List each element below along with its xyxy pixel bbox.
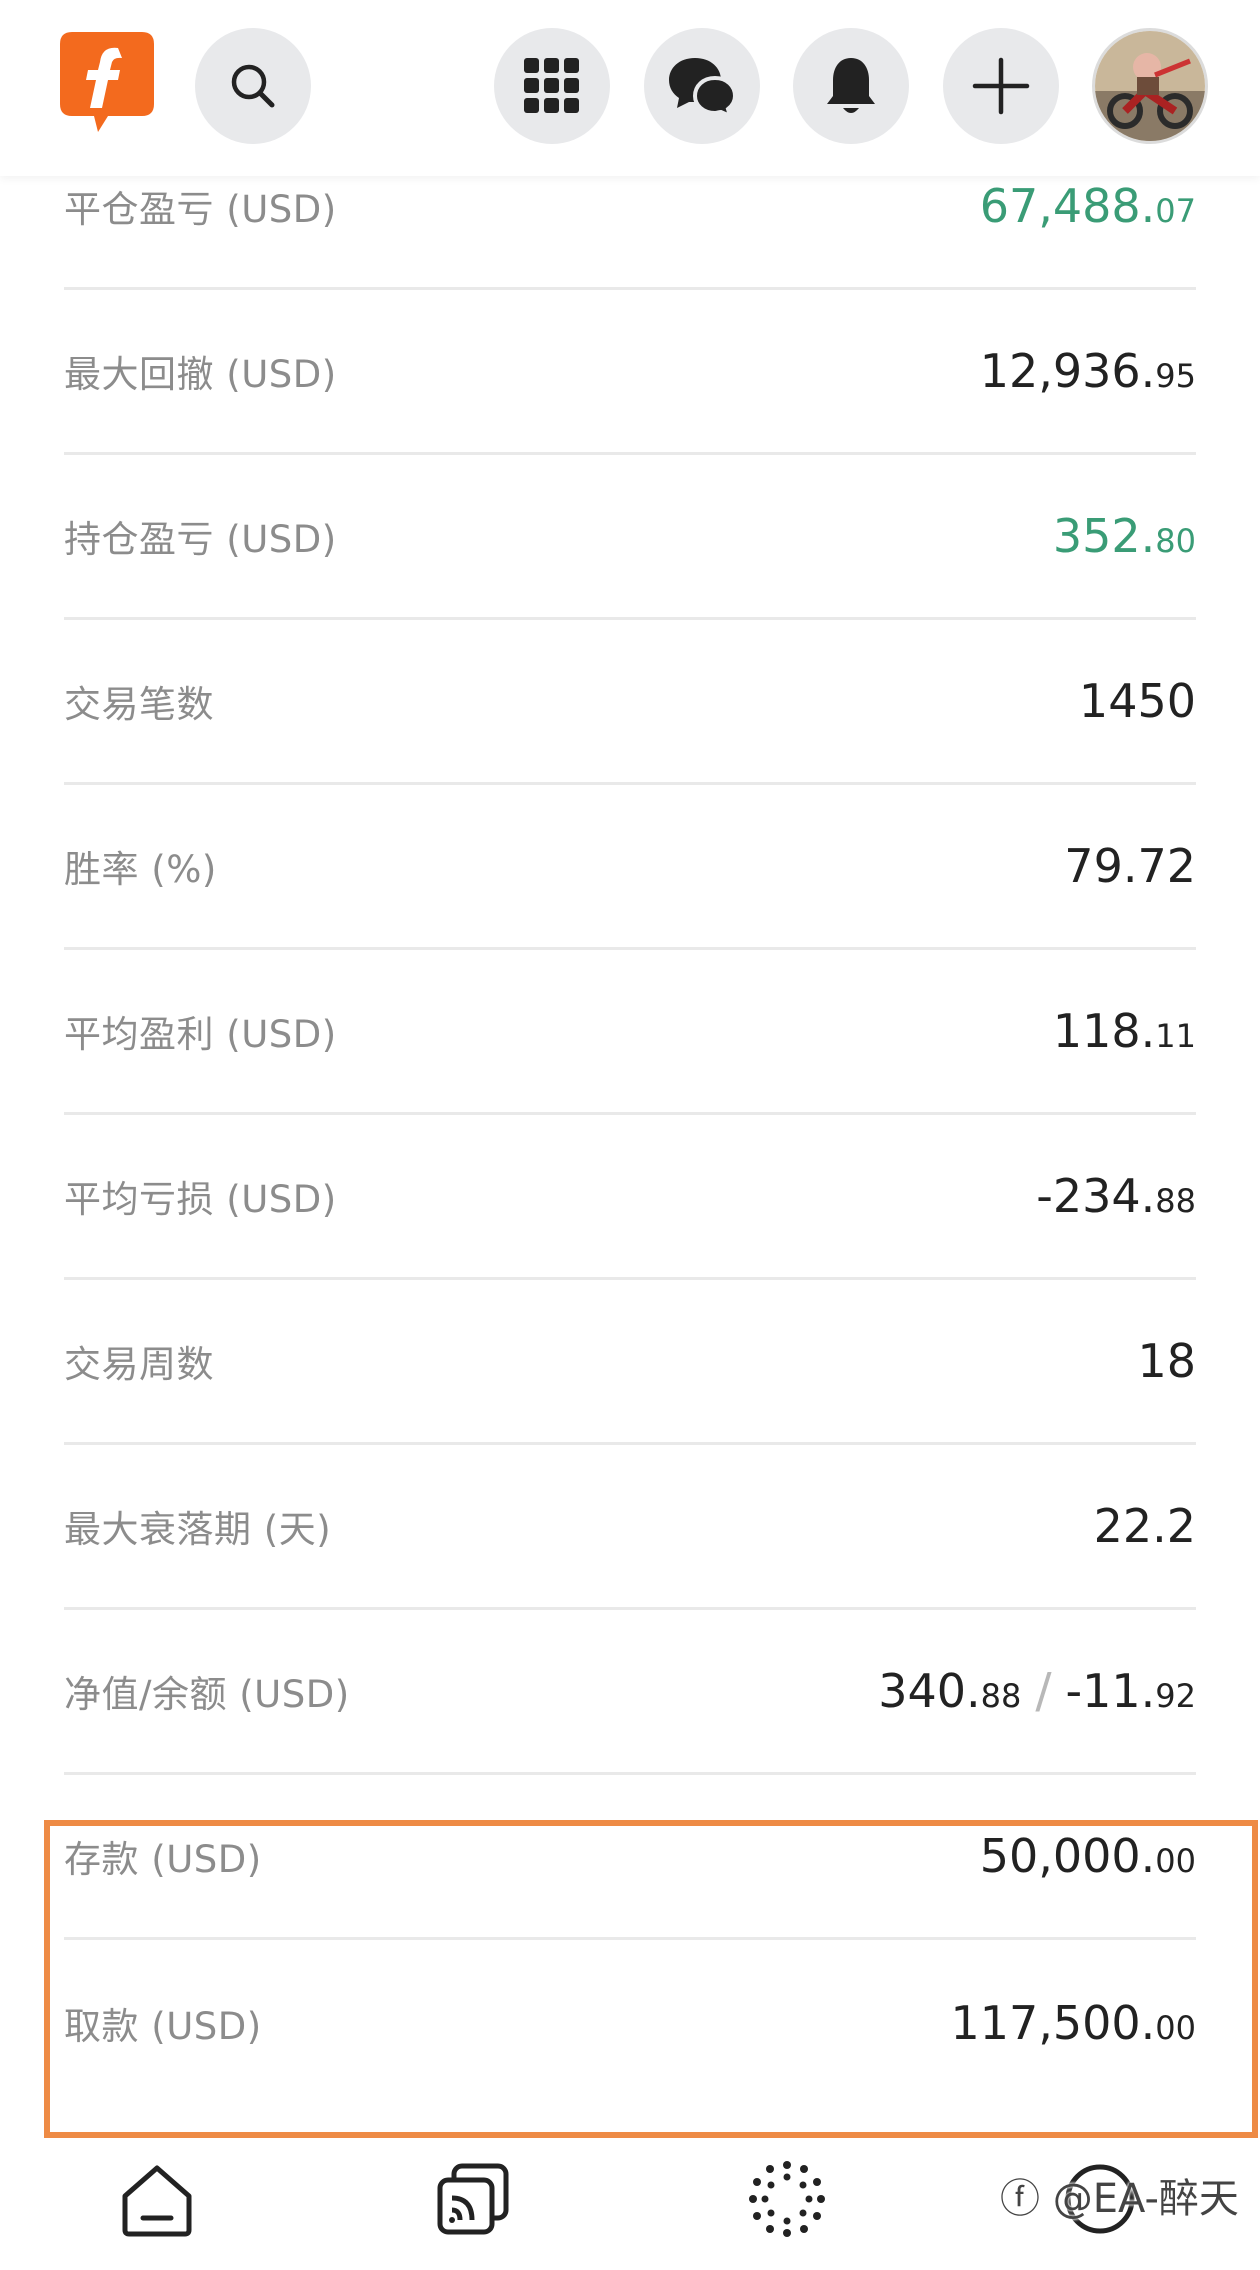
- avatar-image: [1095, 31, 1205, 141]
- search-icon: [231, 64, 275, 108]
- stat-label: 平均亏损 (USD): [64, 1178, 337, 1221]
- apps-button[interactable]: [494, 28, 610, 144]
- stat-value: 117,500.00: [950, 1995, 1196, 2050]
- stat-label: 最大回撤 (USD): [64, 353, 337, 396]
- stat-row-avg-loss: 平均亏损 (USD) -234.88: [64, 1115, 1196, 1280]
- top-bar: [0, 0, 1260, 176]
- stat-value: -234.88: [1036, 1169, 1196, 1223]
- messages-button[interactable]: [644, 28, 760, 144]
- feed-icon: [437, 2163, 509, 2235]
- stat-label: 平均盈利 (USD): [64, 1013, 337, 1056]
- stat-row-max-decline-period: 最大衰落期 (天) 22.2: [64, 1445, 1196, 1610]
- stat-value: 22.2: [1093, 1499, 1196, 1553]
- nav-explore[interactable]: [742, 2154, 832, 2244]
- stat-row-max-drawdown: 最大回撤 (USD) 12,936.95: [64, 290, 1196, 455]
- stat-label: 胜率 (%): [64, 848, 217, 891]
- watermark-text: ⓕ @EA-醉天: [1000, 2176, 1239, 2222]
- nav-feed[interactable]: [428, 2154, 518, 2244]
- stat-label: 存款 (USD): [64, 1838, 262, 1881]
- stat-row-win-rate: 胜率 (%) 79.72: [64, 785, 1196, 950]
- stat-label: 最大衰落期 (天): [64, 1508, 332, 1551]
- stat-row-equity-balance: 净值/余额 (USD) 340.88/-11.92: [64, 1610, 1196, 1775]
- notifications-button[interactable]: [793, 28, 909, 144]
- home-icon: [122, 2165, 192, 2237]
- stat-row-avg-profit: 平均盈利 (USD) 118.11: [64, 950, 1196, 1115]
- chat-icon: [669, 58, 738, 118]
- plus-icon: [972, 57, 1030, 115]
- stat-label: 持仓盈亏 (USD): [64, 518, 337, 561]
- stat-row-floating-pnl: 持仓盈亏 (USD) 352.80: [64, 455, 1196, 620]
- stat-value: 18: [1137, 1334, 1196, 1388]
- avatar[interactable]: [1092, 28, 1208, 144]
- create-button[interactable]: [943, 28, 1059, 144]
- nav-home[interactable]: [112, 2154, 202, 2244]
- stat-value: 12,936.95: [979, 344, 1196, 398]
- stat-value: 352.80: [1052, 509, 1196, 563]
- stat-label: 交易笔数: [64, 683, 214, 726]
- app-logo-icon[interactable]: [58, 30, 156, 134]
- stat-row-deposit: 存款 (USD) 50,000.00: [64, 1775, 1196, 1940]
- stat-label: 平仓盈亏 (USD): [64, 188, 337, 231]
- explore-icon: [749, 2161, 825, 2237]
- apps-grid-icon: [524, 58, 579, 113]
- stat-value: 79.72: [1064, 839, 1196, 893]
- stat-value: 340.88/-11.92: [878, 1663, 1196, 1719]
- bell-icon: [827, 58, 875, 113]
- stat-label: 净值/余额 (USD): [64, 1673, 350, 1716]
- search-button[interactable]: [195, 28, 311, 144]
- stat-value: 50,000.00: [979, 1829, 1196, 1883]
- stat-value: 67,488.07: [979, 179, 1196, 233]
- stat-value: 118.11: [1052, 1004, 1196, 1058]
- stat-label: 交易周数: [64, 1343, 214, 1386]
- stat-row-trading-weeks: 交易周数 18: [64, 1280, 1196, 1445]
- stat-row-withdrawal: 取款 (USD) 117,500.00: [64, 1940, 1196, 2105]
- stat-row-trade-count: 交易笔数 1450: [64, 620, 1196, 785]
- stat-value: 1450: [1078, 674, 1196, 728]
- stat-label: 取款 (USD): [64, 2004, 262, 2048]
